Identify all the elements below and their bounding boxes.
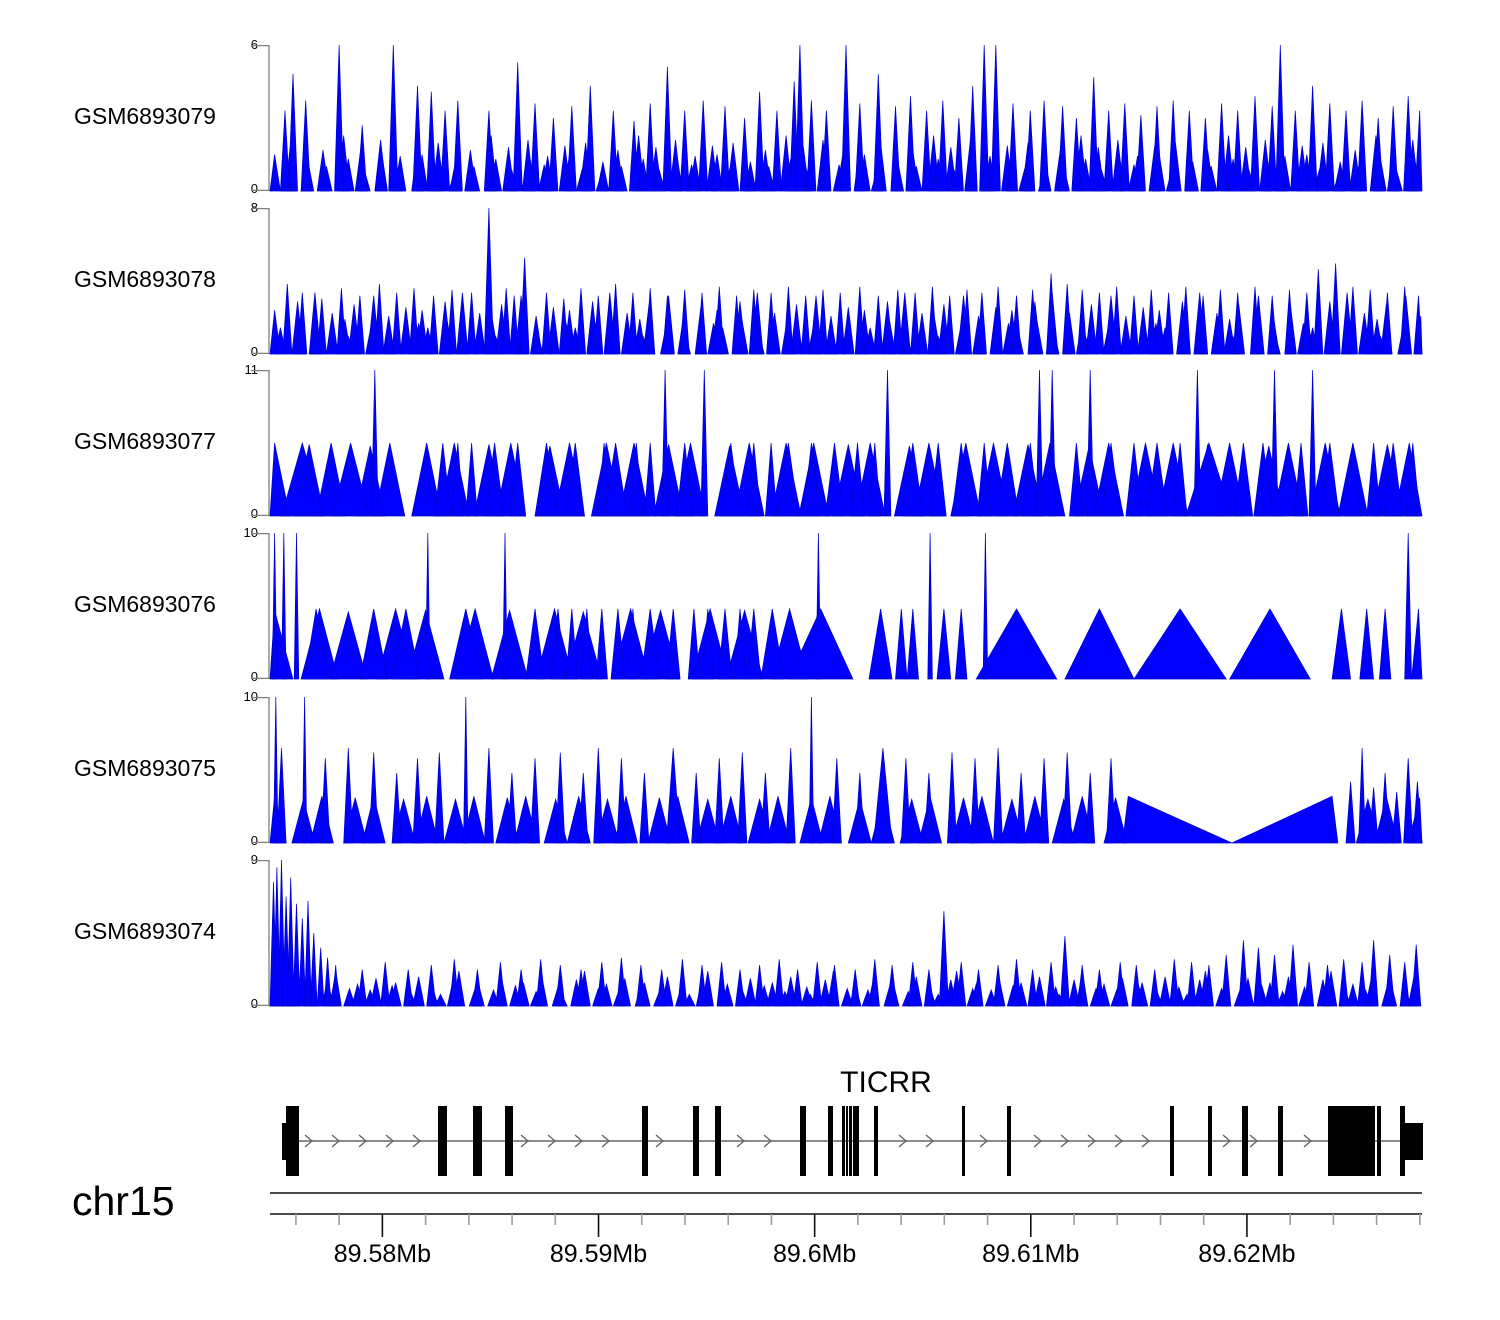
coverage-plot bbox=[248, 370, 1422, 516]
gene-exon-box bbox=[962, 1106, 965, 1176]
gene-exon-box bbox=[1400, 1106, 1405, 1176]
gene-exon-box bbox=[693, 1106, 699, 1176]
axis-tick-label: 89.62Mb bbox=[1177, 1240, 1317, 1269]
gene-exon-box bbox=[715, 1106, 721, 1176]
gene-exon-box bbox=[1007, 1106, 1011, 1176]
gene-exon-box bbox=[438, 1106, 447, 1176]
coverage-tracks: GSM689307960GSM689307880GSM6893077110GSM… bbox=[0, 0, 1500, 1060]
gene-exon-box bbox=[800, 1106, 806, 1176]
coverage-plot bbox=[248, 45, 1422, 191]
gene-exon-box bbox=[874, 1106, 878, 1176]
gene-exon-box bbox=[1377, 1106, 1381, 1176]
gene-exon-box bbox=[849, 1106, 852, 1176]
gene-utr-box bbox=[1405, 1123, 1423, 1160]
gene-exon-box bbox=[286, 1106, 299, 1176]
track-name-label: GSM6893079 bbox=[74, 103, 216, 130]
axis-tick-label: 89.6Mb bbox=[745, 1240, 885, 1269]
coverage-plot bbox=[248, 533, 1422, 679]
track-name-label: GSM6893078 bbox=[74, 266, 216, 293]
gene-name-label: TICRR bbox=[766, 1066, 1006, 1100]
gene-exon-box bbox=[1208, 1106, 1212, 1176]
axis-tick-label: 89.59Mb bbox=[529, 1240, 669, 1269]
gene-exon-box bbox=[842, 1106, 845, 1176]
track-name-label: GSM6893075 bbox=[74, 755, 216, 782]
axis-tick-label: 89.61Mb bbox=[961, 1240, 1101, 1269]
gene-exon-box bbox=[853, 1106, 859, 1176]
gene-exon-box bbox=[473, 1106, 482, 1176]
gene-exon-box bbox=[642, 1106, 648, 1176]
gene-exon-box bbox=[1242, 1106, 1248, 1176]
coverage-plot bbox=[248, 860, 1422, 1006]
coverage-plot bbox=[248, 697, 1422, 843]
gene-exon-box bbox=[846, 1106, 848, 1176]
track-name-label: GSM6893076 bbox=[74, 591, 216, 618]
axis-tick-label: 89.58Mb bbox=[312, 1240, 452, 1269]
track-name-label: GSM6893077 bbox=[74, 428, 216, 455]
gene-exon-box bbox=[1170, 1106, 1174, 1176]
genome-axis-track bbox=[270, 1188, 1440, 1243]
genome-browser-figure: GSM689307960GSM689307880GSM6893077110GSM… bbox=[0, 0, 1500, 1320]
gene-exon-box bbox=[1278, 1106, 1283, 1176]
chromosome-label: chr15 bbox=[72, 1178, 175, 1225]
track-name-label: GSM6893074 bbox=[74, 918, 216, 945]
gene-exon-box bbox=[1328, 1106, 1375, 1176]
gene-model-track bbox=[270, 1100, 1430, 1185]
coverage-plot bbox=[248, 208, 1422, 354]
gene-exon-box bbox=[828, 1106, 833, 1176]
gene-exon-box bbox=[505, 1106, 513, 1176]
